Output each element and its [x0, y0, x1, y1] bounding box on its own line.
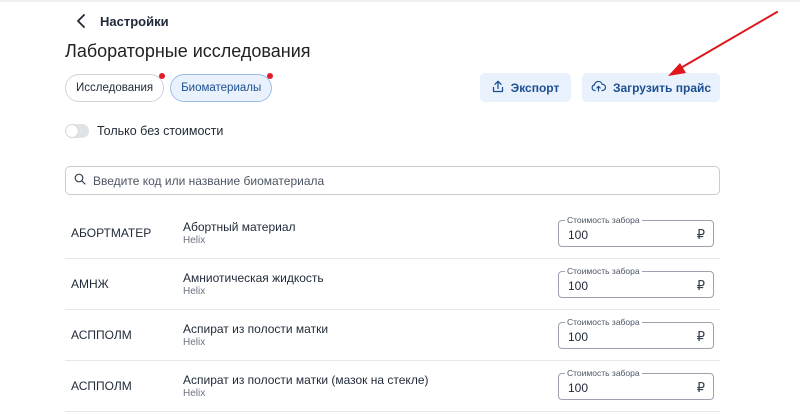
price-value[interactable]: 100	[568, 381, 588, 395]
tab-studies[interactable]: Исследования	[65, 73, 166, 102]
price-value[interactable]: 100	[568, 279, 588, 293]
price-field[interactable]: Стоимость забора 100 ₽	[558, 215, 714, 247]
search-input[interactable]	[93, 173, 693, 188]
upload-price-label: Загрузить прайс	[612, 80, 712, 95]
item-source: Helix	[183, 388, 206, 399]
tab-biomaterials[interactable]: Биоматериалы	[170, 73, 274, 102]
tab-bar: Исследования Биоматериалы	[65, 73, 274, 102]
cloud-upload-icon	[591, 80, 606, 95]
export-label: Экспорт	[510, 80, 560, 95]
search-box	[65, 166, 720, 195]
item-name: Аспират из полости матки (мазок на стекл…	[183, 373, 429, 387]
tab-label: Исследования	[76, 82, 154, 94]
price-field-label: Стоимость забора	[565, 317, 642, 327]
item-code: АМНЖ	[71, 277, 109, 291]
item-name: Аспират из полости матки	[183, 322, 329, 336]
list-item: АБОРТМАТЕР Абортный материал Helix Стоим…	[65, 208, 720, 259]
item-source: Helix	[183, 337, 206, 348]
price-field[interactable]: Стоимость забора 100 ₽	[558, 368, 714, 400]
notification-dot	[159, 73, 166, 79]
ruble-icon: ₽	[696, 380, 705, 395]
price-value[interactable]: 100	[568, 228, 588, 242]
export-button[interactable]: Экспорт	[480, 73, 571, 102]
biomaterials-list: АБОРТМАТЕР Абортный материал Helix Стоим…	[65, 208, 720, 412]
item-source: Helix	[183, 235, 206, 246]
notification-dot	[267, 73, 274, 79]
upload-price-button[interactable]: Загрузить прайс	[582, 73, 720, 102]
price-field-label: Стоимость забора	[565, 266, 642, 276]
toggle-switch[interactable]	[65, 124, 89, 138]
tab-label: Биоматериалы	[181, 82, 262, 94]
chevron-left-icon[interactable]	[76, 13, 90, 29]
item-code: АСППОЛМ	[71, 379, 132, 393]
item-name: Амниотическая жидкость	[183, 271, 324, 285]
toggle-knob	[66, 125, 78, 137]
ruble-icon: ₽	[696, 227, 705, 242]
ruble-icon: ₽	[696, 329, 705, 344]
price-field[interactable]: Стоимость забора 100 ₽	[558, 266, 714, 298]
back-link-settings[interactable]: Настройки	[100, 14, 169, 29]
toggle-label: Только без стоимости	[97, 124, 224, 138]
breadcrumb[interactable]: Настройки	[76, 12, 169, 30]
list-item: АМНЖ Амниотическая жидкость Helix Стоимо…	[65, 259, 720, 310]
item-name: Абортный материал	[183, 220, 296, 234]
list-item: АСППОЛМ Аспират из полости матки (мазок …	[65, 361, 720, 412]
price-field[interactable]: Стоимость забора 100 ₽	[558, 317, 714, 349]
search-icon	[74, 172, 86, 190]
upload-icon	[492, 80, 504, 96]
price-field-label: Стоимость забора	[565, 215, 642, 225]
price-value[interactable]: 100	[568, 330, 588, 344]
item-code: АСППОЛМ	[71, 328, 132, 342]
item-code: АБОРТМАТЕР	[71, 226, 152, 240]
list-item: АСППОЛМ Аспират из полости матки Helix С…	[65, 310, 720, 361]
item-source: Helix	[183, 286, 206, 297]
filter-without-cost: Только без стоимости	[65, 124, 223, 138]
top-divider	[0, 0, 800, 2]
price-field-label: Стоимость забора	[565, 368, 642, 378]
ruble-icon: ₽	[696, 278, 705, 293]
page-title: Лабораторные исследования	[65, 41, 311, 61]
